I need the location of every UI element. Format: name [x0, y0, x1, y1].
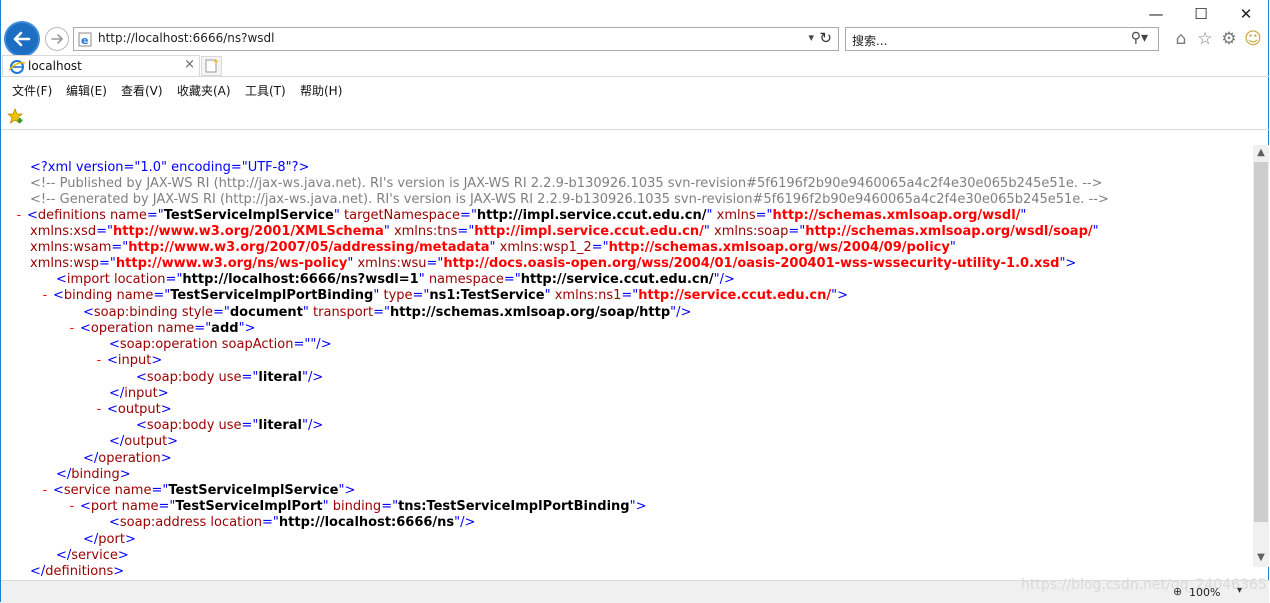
- menu-file[interactable]: 文件(F): [12, 82, 52, 99]
- address-dropdown-icon[interactable]: ▾: [808, 31, 814, 44]
- scroll-down-icon[interactable]: ▼: [1253, 550, 1269, 566]
- menu-tools[interactable]: 工具(T): [245, 82, 286, 99]
- close-button[interactable]: ✕: [1224, 0, 1268, 30]
- search-icon[interactable]: ⚲▾: [1131, 30, 1148, 46]
- xml-element-operation: - <operation name="add">: [68, 321, 256, 336]
- menu-edit[interactable]: 编辑(E): [66, 82, 107, 99]
- scrollbar-thumb[interactable]: [1254, 162, 1268, 522]
- xml-attr-line: xmlns:xsd="http://www.w3.org/2001/XMLSch…: [30, 224, 1099, 239]
- new-tab-icon: [205, 59, 219, 73]
- zoom-level[interactable]: 100%: [1189, 586, 1220, 599]
- tab-title: localhost: [28, 59, 82, 73]
- svg-text:e: e: [81, 34, 88, 47]
- xml-element-operation-close: </operation>: [83, 451, 172, 466]
- xml-element-definitions: - <definitions name="TestServiceImplServ…: [15, 208, 1027, 223]
- forward-arrow-icon: [51, 34, 63, 44]
- xml-element-output-close: </output>: [109, 434, 179, 449]
- address-bar[interactable]: e http://localhost:6666/ns?wsdl ▾ ↻: [73, 27, 839, 51]
- xml-element-service: - <service name="TestServiceImplService"…: [41, 483, 356, 498]
- xml-declaration: <?xml version="1.0" encoding="UTF-8"?>: [30, 160, 310, 175]
- ie-page-icon: e: [78, 32, 92, 47]
- menu-favorites[interactable]: 收藏夹(A): [177, 82, 231, 99]
- maximize-button[interactable]: ☐: [1179, 0, 1223, 30]
- tab-localhost[interactable]: localhost ×: [2, 55, 200, 77]
- xml-element-soap-address: <soap:address location="http://localhost…: [109, 515, 476, 530]
- status-bar: https://blog.csdn.net/qq_24046365 ⊕ 100%…: [1, 577, 1269, 603]
- xml-element-definitions-close: </definitions>: [30, 564, 125, 579]
- back-arrow-icon: [13, 31, 31, 47]
- collapse-toggle[interactable]: -: [41, 288, 49, 303]
- xml-element-soap-body: <soap:body use="literal"/>: [136, 370, 324, 385]
- xml-element-service-close: </service>: [56, 548, 129, 563]
- settings-gear-icon[interactable]: ⚙: [1218, 29, 1240, 51]
- tab-close-icon[interactable]: ×: [184, 57, 195, 72]
- xml-attr-line: xmlns:wsp="http://www.w3.org/ns/ws-polic…: [30, 256, 1077, 271]
- xml-element-output: - <output>: [95, 402, 172, 417]
- collapse-toggle[interactable]: -: [95, 402, 103, 417]
- refresh-icon[interactable]: ↻: [819, 29, 832, 47]
- xml-document: <?xml version="1.0" encoding="UTF-8"?> <…: [1, 130, 1253, 580]
- xml-comment: <!-- Published by JAX-WS RI (http://jax-…: [30, 176, 1103, 191]
- home-icon[interactable]: ⌂: [1170, 29, 1192, 51]
- favorites-bar: [1, 103, 1269, 130]
- xml-attr-line: xmlns:wsam="http://www.w3.org/2007/05/ad…: [30, 240, 956, 255]
- forward-button[interactable]: [45, 27, 69, 51]
- xml-element-soap-body: <soap:body use="literal"/>: [136, 418, 324, 433]
- search-box[interactable]: 搜索... ⚲▾: [845, 27, 1159, 51]
- favorites-star-icon[interactable]: ☆: [1194, 29, 1216, 51]
- zoom-icon[interactable]: ⊕: [1173, 585, 1182, 598]
- scroll-up-icon[interactable]: ▲: [1253, 145, 1269, 161]
- new-tab-button[interactable]: [201, 56, 222, 76]
- ie-tab-icon: [9, 60, 25, 74]
- xml-element-port-close: </port>: [83, 532, 136, 547]
- menu-bar: 文件(F) 编辑(E) 查看(V) 收藏夹(A) 工具(T) 帮助(H): [1, 77, 1269, 103]
- browser-window: — ☐ ✕ e http://localhost:6666/ns?wsdl ▾ …: [0, 0, 1269, 603]
- xml-element-soap-operation: <soap:operation soapAction=""/>: [109, 337, 332, 352]
- back-button[interactable]: [4, 21, 40, 57]
- watermark: https://blog.csdn.net/qq_24046365: [1021, 577, 1267, 593]
- feedback-smiley-icon[interactable]: ☺: [1242, 29, 1264, 51]
- xml-element-port: - <port name="TestServiceImplPort" bindi…: [68, 499, 647, 514]
- add-to-favorites-bar-icon[interactable]: [7, 108, 25, 124]
- collapse-toggle[interactable]: -: [68, 321, 76, 336]
- collapse-toggle[interactable]: -: [15, 208, 23, 223]
- xml-element-import: <import location="http://localhost:6666/…: [56, 272, 735, 287]
- menu-view[interactable]: 查看(V): [121, 82, 163, 99]
- zoom-dropdown-icon[interactable]: ▾: [1237, 585, 1242, 596]
- xml-element-soap-binding: <soap:binding style="document" transport…: [83, 305, 692, 320]
- minimize-button[interactable]: —: [1134, 0, 1178, 30]
- collapse-toggle[interactable]: -: [95, 353, 103, 368]
- xml-element-input: - <input>: [95, 353, 163, 368]
- xml-element-binding: - <binding name="TestServiceImplPortBind…: [41, 288, 849, 303]
- search-input[interactable]: 搜索...: [852, 32, 887, 49]
- xml-element-input-close: </input>: [109, 386, 169, 401]
- xml-element-binding-close: </binding>: [56, 467, 131, 482]
- address-url[interactable]: http://localhost:6666/ns?wsdl: [98, 31, 275, 45]
- collapse-toggle[interactable]: -: [68, 499, 76, 514]
- menu-help[interactable]: 帮助(H): [300, 82, 342, 99]
- xml-comment: <!-- Generated by JAX-WS RI (http://jax-…: [30, 192, 1109, 207]
- collapse-toggle[interactable]: -: [41, 483, 49, 498]
